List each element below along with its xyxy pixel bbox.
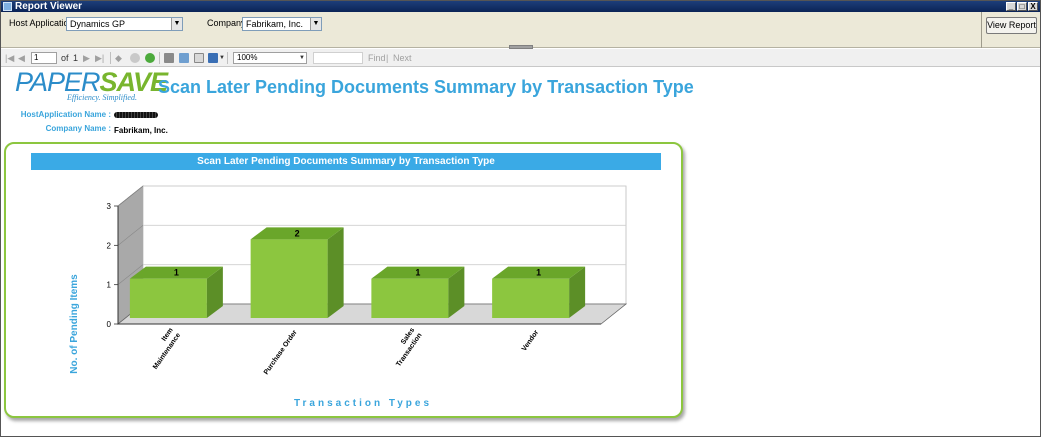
bar-chart: 0 1 2 3 No. of Pending Items 1 ItemMaintenance… — [69, 185, 628, 409]
company-value: Fabrikam, Inc. — [246, 19, 304, 29]
find-link[interactable]: Find — [368, 52, 386, 64]
export-dropdown-icon[interactable]: ▼ — [219, 52, 225, 64]
host-application-name-label: HostApplication Name : — [20, 110, 111, 119]
report-title: Scan Later Pending Documents Summary by … — [158, 77, 694, 97]
print-icon[interactable] — [164, 53, 174, 63]
restore-button[interactable]: □ — [1017, 2, 1027, 11]
back-icon[interactable]: ◆ — [115, 52, 122, 64]
company-name-value: Fabrikam, Inc. — [114, 126, 168, 135]
refresh-icon[interactable] — [145, 53, 155, 63]
bar — [250, 239, 328, 318]
report-toolbar: |◀ ◀ 1 of 1 ▶ ▶| ◆ ▼ 100% ▼ Find | Next — [1, 49, 1040, 67]
page-number-input[interactable]: 1 — [31, 52, 57, 64]
page-setup-icon[interactable] — [194, 53, 204, 63]
parameters-bar: Host Application Dynamics GP ▼ Company F… — [1, 12, 1040, 49]
company-name-label: Company Name : — [45, 124, 111, 133]
chevron-down-icon[interactable]: ▼ — [171, 18, 182, 30]
minimize-button[interactable]: _ — [1006, 2, 1016, 11]
papersave-logo: PAPERSAVE Efficiency. Simplified. — [15, 67, 168, 105]
app-icon — [3, 2, 12, 11]
next-page-icon[interactable]: ▶ — [83, 52, 90, 64]
previous-page-icon[interactable]: ◀ — [18, 52, 25, 64]
data-label: 2 — [295, 228, 300, 238]
x-tick-label: Purchase Order — [263, 329, 299, 376]
chart-frame: Scan Later Pending Documents Summary by … — [4, 142, 683, 418]
stop-icon[interactable] — [130, 53, 140, 63]
page-of-label: of — [61, 53, 69, 63]
y-axis-title: No. of Pending Items — [69, 274, 80, 374]
report-canvas: PAPERSAVE Efficiency. Simplified. Scan L… — [1, 67, 1040, 436]
y-tick-label: 1 — [107, 281, 112, 290]
x-tick-label-line: Vendor — [521, 329, 541, 353]
parameters-divider — [981, 12, 982, 48]
view-report-button[interactable]: View Report — [986, 17, 1037, 34]
toolbar-separator — [227, 52, 228, 64]
x-tick-label: SalesTransaction — [388, 327, 424, 368]
y-tick-label: 0 — [107, 320, 112, 329]
x-axis-title: Transaction Types — [294, 398, 432, 409]
toolbar-separator — [110, 52, 111, 64]
y-tick-label: 2 — [107, 241, 112, 250]
data-label: 1 — [174, 268, 179, 278]
zoom-select[interactable]: 100% ▼ — [233, 52, 307, 64]
find-input[interactable] — [313, 52, 363, 64]
first-page-icon[interactable]: |◀ — [5, 52, 14, 64]
title-bar: Report Viewer _ □ X — [1, 1, 1040, 12]
logo-tagline: Efficiency. Simplified. — [67, 93, 137, 102]
data-label: 1 — [415, 268, 420, 278]
next-link[interactable]: Next — [393, 52, 412, 64]
close-button[interactable]: X — [1028, 2, 1038, 11]
x-tick-label: ItemMaintenance — [145, 327, 182, 371]
y-tick-label: 3 — [107, 202, 112, 211]
bar-side — [327, 227, 344, 318]
zoom-value: 100% — [237, 53, 258, 62]
host-application-label: Host Application — [9, 18, 74, 28]
toolbar-separator — [159, 52, 160, 64]
bar — [371, 278, 449, 318]
host-application-select[interactable]: Dynamics GP ▼ — [66, 17, 183, 31]
find-separator: | — [386, 53, 389, 63]
x-tick-label-line: Purchase Order — [263, 329, 299, 376]
window-title: Report Viewer — [15, 1, 83, 12]
export-icon[interactable] — [208, 53, 218, 63]
bar — [129, 278, 207, 318]
data-label: 1 — [536, 268, 541, 278]
page-total: 1 — [73, 53, 79, 63]
chevron-down-icon[interactable]: ▼ — [298, 53, 306, 63]
redacted-host-value — [114, 112, 158, 118]
host-application-value: Dynamics GP — [70, 19, 126, 29]
page-current: 1 — [34, 53, 39, 62]
company-select[interactable]: Fabrikam, Inc. ▼ — [242, 17, 322, 31]
bar — [492, 278, 570, 318]
report-viewer-window: Report Viewer _ □ X Host Application Dyn… — [0, 0, 1041, 437]
company-label: Company — [207, 18, 246, 28]
x-tick-label: Vendor — [521, 329, 541, 353]
chevron-down-icon[interactable]: ▼ — [310, 18, 321, 30]
print-layout-icon[interactable] — [179, 53, 189, 63]
last-page-icon[interactable]: ▶| — [95, 52, 104, 64]
